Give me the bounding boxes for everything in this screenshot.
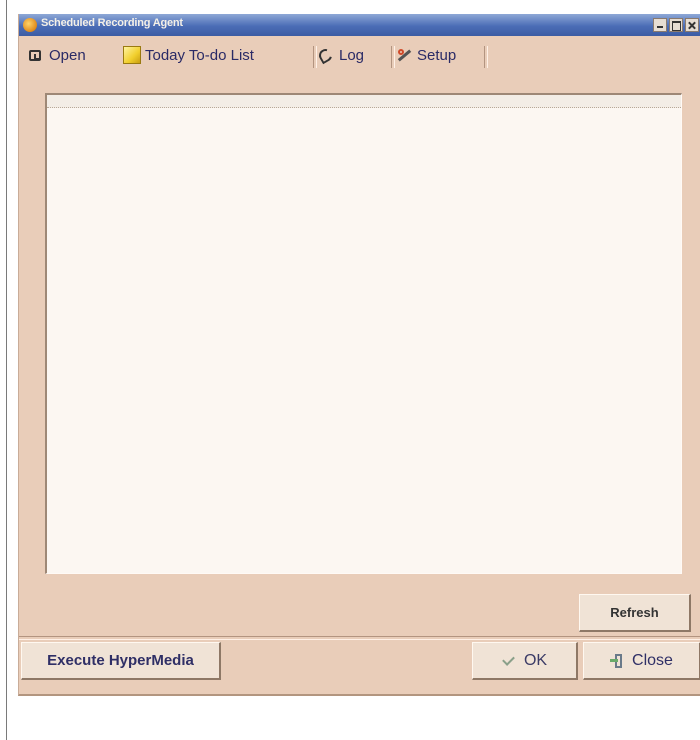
tab-log[interactable]: Log [317,43,364,67]
note-icon [123,46,141,64]
todo-list-panel[interactable] [45,93,682,574]
tab-setup[interactable]: Setup [395,43,456,67]
left-border-line [6,0,7,740]
check-icon [502,654,516,668]
window-title: Scheduled Recording Agent [41,17,183,29]
maximize-icon[interactable] [669,18,683,32]
tab-setup-label: Setup [417,46,457,64]
tab-separator [484,46,488,68]
minimize-icon[interactable] [653,18,667,32]
list-header [47,95,681,108]
tab-today-todo-list[interactable]: Today To-do List [123,43,254,67]
tab-bar: Open Today To-do List Log Setup [19,36,700,74]
close-icon[interactable] [685,18,699,32]
app-icon [23,18,37,32]
open-icon [27,46,45,64]
divider [19,636,700,640]
tab-open-label: Open [49,46,86,64]
ok-button[interactable]: OK [472,642,578,680]
execute-hypermedia-button[interactable]: Execute HyperMedia [21,642,221,680]
tab-log-label: Log [339,46,365,64]
tab-today-label: Today To-do List [145,46,254,64]
close-button-label: Close [632,651,673,669]
app-window: Scheduled Recording Agent Open Today To-… [18,14,700,696]
ok-button-label: OK [523,651,548,669]
close-button[interactable]: Close [583,642,700,680]
log-icon [317,46,335,64]
setup-icon [395,46,413,64]
title-bar[interactable]: Scheduled Recording Agent [19,14,700,36]
tab-open[interactable]: Open [27,43,86,67]
exit-icon [610,653,624,668]
refresh-button[interactable]: Refresh [579,594,691,632]
